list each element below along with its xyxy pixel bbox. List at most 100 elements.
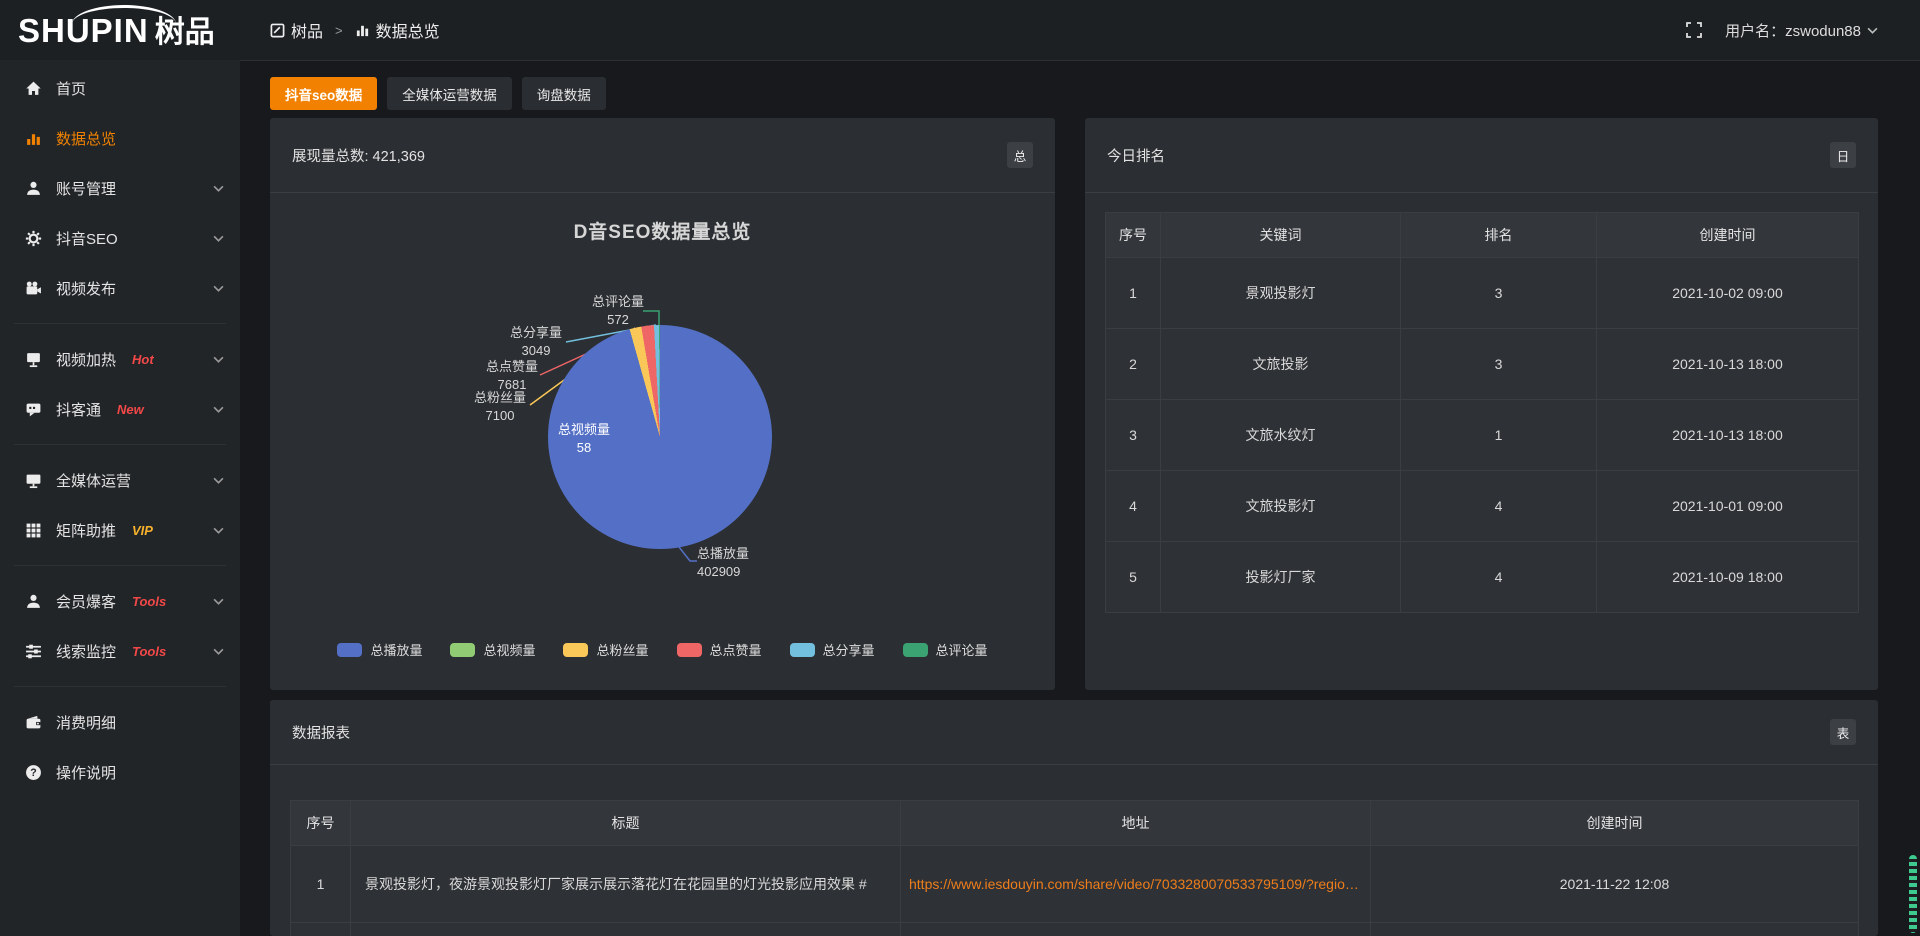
chevron-down-icon [213, 183, 224, 194]
legend-swatch [677, 643, 702, 657]
legend-item-plays[interactable]: 总播放量 [337, 640, 422, 659]
sidebar-item-account[interactable]: 账号管理 [0, 163, 240, 213]
bar-chart-icon [24, 130, 42, 147]
ranking-table: 序号 关键词 排名 创建时间 1景观投影灯32021-10-02 09:00 2… [1105, 212, 1859, 613]
legend-swatch [337, 643, 362, 657]
sidebar: 首页 数据总览 账号管理 抖音SEO 视频发布 视频加热 Hot 抖客通 New… [0, 60, 240, 936]
leader-line-comments [643, 311, 659, 325]
sidebar-divider [14, 565, 226, 566]
table-header-row: 序号 关键词 排名 创建时间 [1106, 213, 1859, 258]
table-header-row: 序号 标题 地址 创建时间 [291, 801, 1859, 846]
user-icon [24, 180, 42, 197]
pie-chart-area: D音SEO数据量总览 总评论量572 总分享量3049 总点赞量7681 总粉丝… [270, 193, 1055, 690]
col-header-no: 序号 [291, 801, 351, 846]
pie-label-likes: 总点赞量7681 [486, 358, 538, 393]
chevron-down-icon [1867, 25, 1878, 36]
tools-badge: Tools [132, 594, 166, 609]
chevron-down-icon [213, 475, 224, 486]
new-badge: New [117, 402, 144, 417]
pie-label-videos: 总视频量58 [558, 421, 610, 456]
chevron-down-icon [213, 596, 224, 607]
sidebar-item-video-publish[interactable]: 视频发布 [0, 263, 240, 313]
legend-item-likes[interactable]: 总点赞量 [677, 640, 762, 659]
fullscreen-icon[interactable] [1685, 21, 1703, 39]
sidebar-item-consumption-detail[interactable]: 消费明细 [0, 697, 240, 747]
legend-swatch [563, 643, 588, 657]
chart-legend: 总播放量 总视频量 总粉丝量 总点赞量 总分享量 总评论量 [270, 640, 1055, 659]
home-icon [24, 80, 42, 97]
topbar: SHUPIN 树品 树品 > 数据总览 用户名：zswodun88 [0, 0, 1920, 60]
grid-icon [24, 522, 42, 539]
table-row: 2文旅投影32021-10-13 18:00 [1106, 329, 1859, 400]
sidebar-item-matrix-boost[interactable]: 矩阵助推 VIP [0, 505, 240, 555]
chevron-down-icon [213, 525, 224, 536]
col-header-no: 序号 [1106, 213, 1161, 258]
col-header-created: 创建时间 [1597, 213, 1859, 258]
pie-label-plays: 总播放量402909 [697, 545, 749, 580]
chevron-down-icon [213, 404, 224, 415]
sidebar-item-video-heat[interactable]: 视频加热 Hot [0, 334, 240, 384]
vertical-scrollbar-thumb[interactable] [1909, 855, 1917, 933]
wallet-icon [24, 714, 42, 731]
total-view-button[interactable]: 总 [1007, 142, 1033, 168]
col-header-url: 地址 [901, 801, 1371, 846]
chevron-down-icon [213, 283, 224, 294]
sidebar-item-home[interactable]: 首页 [0, 63, 240, 113]
sidebar-item-douyin-seo[interactable]: 抖音SEO [0, 213, 240, 263]
video-url-link[interactable]: https://www.iesdouyin.com/share/video/70… [901, 846, 1371, 923]
gear-icon [24, 230, 42, 247]
breadcrumb-root[interactable]: 树品 [270, 18, 323, 42]
table-row-partial [291, 923, 1859, 936]
sidebar-item-instructions[interactable]: ? 操作说明 [0, 747, 240, 797]
user-menu[interactable]: 用户名：zswodun88 [1725, 20, 1878, 41]
tab-douyin-seo-data[interactable]: 抖音seo数据 [270, 77, 377, 110]
chevron-down-icon [213, 354, 224, 365]
sidebar-divider [14, 444, 226, 445]
tab-inquiry-data[interactable]: 询盘数据 [522, 77, 606, 110]
question-circle-icon: ? [24, 764, 42, 781]
impressions-total-label: 展现量总数: 421,369 [292, 145, 425, 166]
sidebar-divider [14, 323, 226, 324]
chevron-down-icon [213, 233, 224, 244]
breadcrumb-separator: > [335, 23, 343, 38]
legend-item-shares[interactable]: 总分享量 [790, 640, 875, 659]
table-view-button[interactable]: 表 [1830, 719, 1856, 745]
legend-item-fans[interactable]: 总粉丝量 [563, 640, 648, 659]
pie-label-shares: 总分享量3049 [510, 324, 562, 359]
col-header-keyword: 关键词 [1161, 213, 1401, 258]
report-table: 序号 标题 地址 创建时间 1 景观投影灯，夜游景观投影灯厂家展示展示落花灯在花… [290, 800, 1859, 936]
sidebar-item-data-overview[interactable]: 数据总览 [0, 113, 240, 163]
table-row: 5投影灯厂家42021-10-09 18:00 [1106, 542, 1859, 613]
legend-item-comments[interactable]: 总评论量 [903, 640, 988, 659]
overview-panel: 展现量总数: 421,369 总 D音SEO数据量总览 总评论量572 总分享量… [270, 118, 1055, 690]
app-logo[interactable]: SHUPIN 树品 [18, 7, 215, 51]
table-row: 1景观投影灯32021-10-02 09:00 [1106, 258, 1859, 329]
bar-chart-icon [355, 23, 370, 38]
screen-push-icon [24, 351, 42, 368]
sidebar-item-media-operation[interactable]: 全媒体运营 [0, 455, 240, 505]
sidebar-item-doukertong[interactable]: 抖客通 New [0, 384, 240, 434]
report-panel-title: 数据报表 [292, 722, 350, 743]
table-row: 3文旅水纹灯12021-10-13 18:00 [1106, 400, 1859, 471]
svg-text:?: ? [30, 767, 36, 779]
tools-badge: Tools [132, 644, 166, 659]
doc-icon [270, 23, 285, 38]
table-row: 4文旅投影灯42021-10-01 09:00 [1106, 471, 1859, 542]
chat-icon [24, 401, 42, 418]
legend-swatch [450, 643, 475, 657]
tab-media-operation-data[interactable]: 全媒体运营数据 [387, 77, 512, 110]
legend-swatch [790, 643, 815, 657]
sliders-icon [24, 643, 42, 660]
pie-label-fans: 总粉丝量7100 [474, 389, 526, 424]
day-view-button[interactable]: 日 [1830, 142, 1856, 168]
monitor-icon [24, 472, 42, 489]
sidebar-item-member-baoke[interactable]: 会员爆客 Tools [0, 576, 240, 626]
sidebar-item-lead-monitor[interactable]: 线索监控 Tools [0, 626, 240, 676]
pie-label-comments: 总评论量572 [592, 293, 644, 328]
sidebar-divider [14, 686, 226, 687]
chart-title: D音SEO数据量总览 [270, 217, 1055, 244]
breadcrumb-current[interactable]: 数据总览 [355, 18, 440, 42]
table-row: 1 景观投影灯，夜游景观投影灯厂家展示展示落花灯在花园里的灯光投影应用效果 # … [291, 846, 1859, 923]
legend-item-videos[interactable]: 总视频量 [450, 640, 535, 659]
legend-swatch [903, 643, 928, 657]
